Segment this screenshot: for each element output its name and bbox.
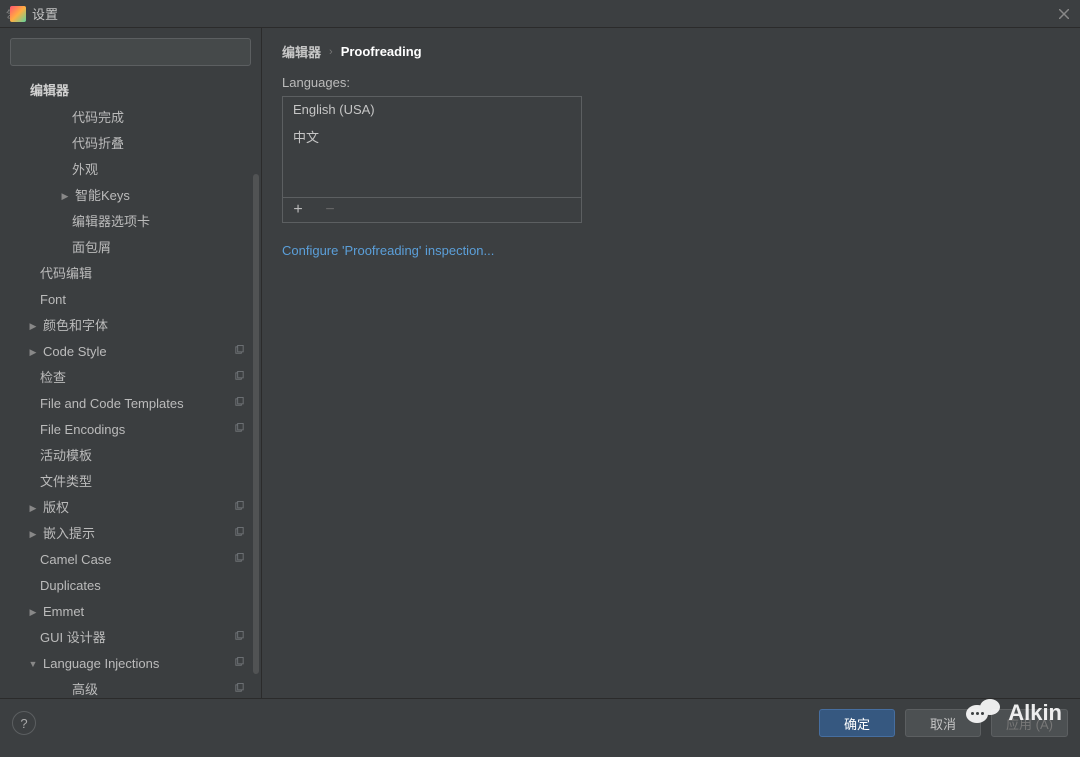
breadcrumb-proofreading: Proofreading — [341, 44, 422, 59]
sidebar-item-label: GUI 设计器 — [40, 625, 234, 651]
settings-search-input[interactable] — [10, 38, 251, 66]
sidebar-item[interactable]: File and Code Templates — [0, 391, 261, 417]
sidebar-item-label: 面包屑 — [72, 235, 251, 261]
ok-button[interactable]: 确定 — [819, 709, 895, 737]
cancel-button[interactable]: 取消 — [905, 709, 981, 737]
sidebar-item-label: Duplicates — [40, 573, 251, 599]
sidebar-item[interactable]: ▶Code Style — [0, 339, 261, 365]
per-project-icon — [234, 339, 245, 365]
help-button[interactable]: ? — [12, 711, 36, 735]
sidebar-item[interactable]: ▶Emmet — [0, 599, 261, 625]
sidebar-item[interactable]: Duplicates — [0, 573, 261, 599]
sidebar-item[interactable]: 高级 — [0, 677, 261, 698]
breadcrumb: 编辑器 › Proofreading — [282, 42, 1060, 61]
sidebar-item[interactable]: ▶智能Keys — [0, 183, 261, 209]
breadcrumb-sep: › — [329, 46, 333, 58]
configure-inspection-link[interactable]: Configure 'Proofreading' inspection... — [282, 243, 494, 258]
sidebar-item-label: 外观 — [72, 157, 251, 183]
sidebar-item[interactable]: 代码折叠 — [0, 131, 261, 157]
per-project-icon — [234, 677, 245, 698]
expand-arrow-icon: ▶ — [26, 495, 40, 521]
close-button[interactable] — [1054, 4, 1074, 24]
sidebar-item[interactable]: 活动模板 — [0, 443, 261, 469]
sidebar-item-label: Code Style — [43, 339, 234, 365]
breadcrumb-editor[interactable]: 编辑器 — [282, 42, 321, 61]
sidebar-item[interactable]: 代码完成 — [0, 105, 261, 131]
sidebar-item-label: 版权 — [43, 495, 234, 521]
per-project-icon — [234, 651, 245, 677]
languages-list-box: English (USA)中文 + − — [282, 96, 582, 223]
per-project-icon — [234, 625, 245, 651]
add-language-button[interactable]: + — [289, 202, 307, 218]
expand-arrow-icon: ▶ — [26, 339, 40, 365]
sidebar-item-label: Language Injections — [43, 651, 234, 677]
expand-arrow-icon: ▶ — [26, 599, 40, 625]
sidebar-item-label: 高级 — [72, 677, 234, 698]
sidebar-item[interactable]: Camel Case — [0, 547, 261, 573]
sidebar-item-label: 代码折叠 — [72, 131, 251, 157]
sidebar-item-label: 代码编辑 — [40, 261, 251, 287]
titlebar: 乞 设置 — [0, 0, 1080, 28]
languages-list[interactable]: English (USA)中文 — [283, 97, 581, 197]
sidebar-item-label: 编辑器选项卡 — [72, 209, 251, 235]
sidebar-item-label: 代码完成 — [72, 105, 251, 131]
sidebar-item[interactable]: ▶嵌入提示 — [0, 521, 261, 547]
sidebar-item[interactable]: File Encodings — [0, 417, 261, 443]
per-project-icon — [234, 495, 245, 521]
apply-button[interactable]: 应用 (A) — [991, 709, 1068, 737]
sidebar-item-label: 嵌入提示 — [43, 521, 234, 547]
per-project-icon — [234, 521, 245, 547]
per-project-icon — [234, 365, 245, 391]
sidebar-item-label: File Encodings — [40, 417, 234, 443]
close-icon — [1059, 9, 1069, 19]
sidebar-item[interactable]: 代码编辑 — [0, 261, 261, 287]
sidebar-item[interactable]: ▼Language Injections — [0, 651, 261, 677]
sidebar-item[interactable]: 文件类型 — [0, 469, 261, 495]
settings-sidebar: ▾ 编辑器 代码完成代码折叠外观▶智能Keys编辑器选项卡面包屑代码编辑Font… — [0, 28, 262, 698]
sidebar-item[interactable]: GUI 设计器 — [0, 625, 261, 651]
expand-arrow-icon: ▼ — [26, 651, 40, 677]
languages-toolbar: + − — [283, 197, 581, 222]
sidebar-section-editor[interactable]: 编辑器 — [0, 74, 261, 105]
sidebar-item[interactable]: Font — [0, 287, 261, 313]
expand-arrow-icon: ▶ — [26, 313, 40, 339]
sidebar-item-label: 颜色和字体 — [43, 313, 251, 339]
sidebar-item-label: Font — [40, 287, 251, 313]
settings-tree[interactable]: 编辑器 代码完成代码折叠外观▶智能Keys编辑器选项卡面包屑代码编辑Font▶颜… — [0, 74, 261, 698]
language-item[interactable]: 中文 — [283, 122, 581, 151]
sidebar-item[interactable]: ▶版权 — [0, 495, 261, 521]
per-project-icon — [234, 547, 245, 573]
sidebar-item-label: 智能Keys — [75, 183, 251, 209]
sidebar-item[interactable]: ▶颜色和字体 — [0, 313, 261, 339]
per-project-icon — [234, 417, 245, 443]
sidebar-item-label: 活动模板 — [40, 443, 251, 469]
sidebar-item[interactable]: 检查 — [0, 365, 261, 391]
dialog-footer: ? 确定 取消 应用 (A) — [0, 698, 1080, 747]
scrollbar[interactable] — [253, 174, 259, 674]
sidebar-item-label: Camel Case — [40, 547, 234, 573]
remove-language-button[interactable]: − — [321, 202, 339, 218]
languages-label: Languages: — [282, 75, 1060, 90]
per-project-icon — [234, 391, 245, 417]
expand-arrow-icon: ▶ — [58, 183, 72, 209]
sidebar-item-label: Emmet — [43, 599, 251, 625]
expand-arrow-icon: ▶ — [26, 521, 40, 547]
language-item[interactable]: English (USA) — [283, 97, 581, 122]
window-title: 设置 — [32, 4, 58, 23]
sidebar-item[interactable]: 外观 — [0, 157, 261, 183]
settings-content: 编辑器 › Proofreading Languages: English (U… — [262, 28, 1080, 698]
sidebar-item[interactable]: 面包屑 — [0, 235, 261, 261]
app-icon — [10, 6, 26, 22]
sidebar-item-label: File and Code Templates — [40, 391, 234, 417]
sidebar-item[interactable]: 编辑器选项卡 — [0, 209, 261, 235]
sidebar-item-label: 检查 — [40, 365, 234, 391]
sidebar-item-label: 文件类型 — [40, 469, 251, 495]
